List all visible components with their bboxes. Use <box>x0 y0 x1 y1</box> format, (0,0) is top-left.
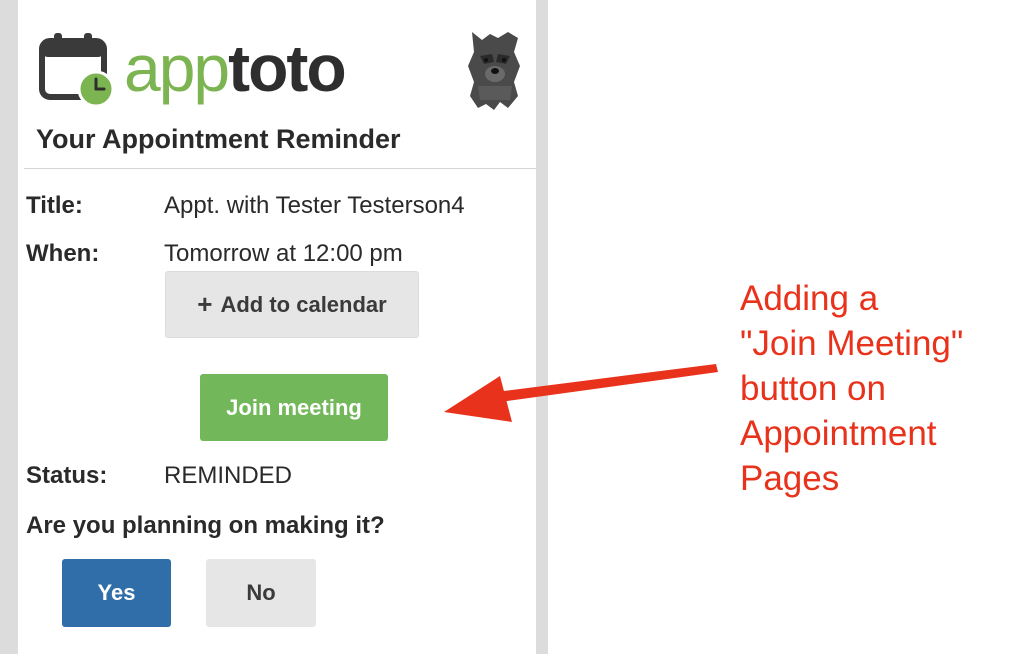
screenshot-stage: apptoto Your Appointment Reminder Title:… <box>0 0 1024 654</box>
calendar-clock-icon <box>38 31 118 109</box>
annotation-line: "Join Meeting" <box>740 324 964 363</box>
apptoto-logo: apptoto <box>38 30 347 110</box>
join-meeting-label: Join meeting <box>226 394 362 420</box>
reminder-card: apptoto Your Appointment Reminder Title:… <box>18 18 536 654</box>
annotation-callout: Adding a "Join Meeting" button on Appoin… <box>740 276 1010 501</box>
page-gutter-left <box>0 0 18 654</box>
annotation-line: Appointment <box>740 414 937 453</box>
add-to-calendar-label: Add to calendar <box>220 291 387 317</box>
title-label: Title: <box>26 192 83 219</box>
header-divider <box>24 168 536 169</box>
attendance-question: Are you planning on making it? <box>26 512 385 539</box>
yes-button[interactable]: Yes <box>62 559 171 627</box>
logo-text-app: app <box>124 31 230 105</box>
annotation-line: button on <box>740 369 886 408</box>
plus-icon: + <box>197 289 213 319</box>
red-arrow-left <box>444 364 718 422</box>
annotation-line: Adding a <box>740 279 879 318</box>
logo-text-toto: toto <box>228 31 347 105</box>
logo-wordmark: apptoto <box>124 35 347 101</box>
no-label: No <box>246 580 276 605</box>
terrier-dog-mascot-icon <box>464 26 526 114</box>
yes-label: Yes <box>97 580 136 605</box>
add-to-calendar-button[interactable]: + Add to calendar <box>165 271 419 338</box>
status-label: Status: <box>26 462 108 489</box>
join-meeting-button[interactable]: Join meeting <box>200 374 388 441</box>
status-value: REMINDED <box>164 462 293 489</box>
when-value: Tomorrow at 12:00 pm <box>164 240 403 267</box>
no-button[interactable]: No <box>206 559 316 627</box>
page-title: Your Appointment Reminder <box>36 124 401 154</box>
page-gutter-right <box>536 0 548 654</box>
when-label: When: <box>26 240 100 267</box>
annotation-line: Pages <box>740 459 840 498</box>
title-value: Appt. with Tester Testerson4 <box>164 192 465 219</box>
